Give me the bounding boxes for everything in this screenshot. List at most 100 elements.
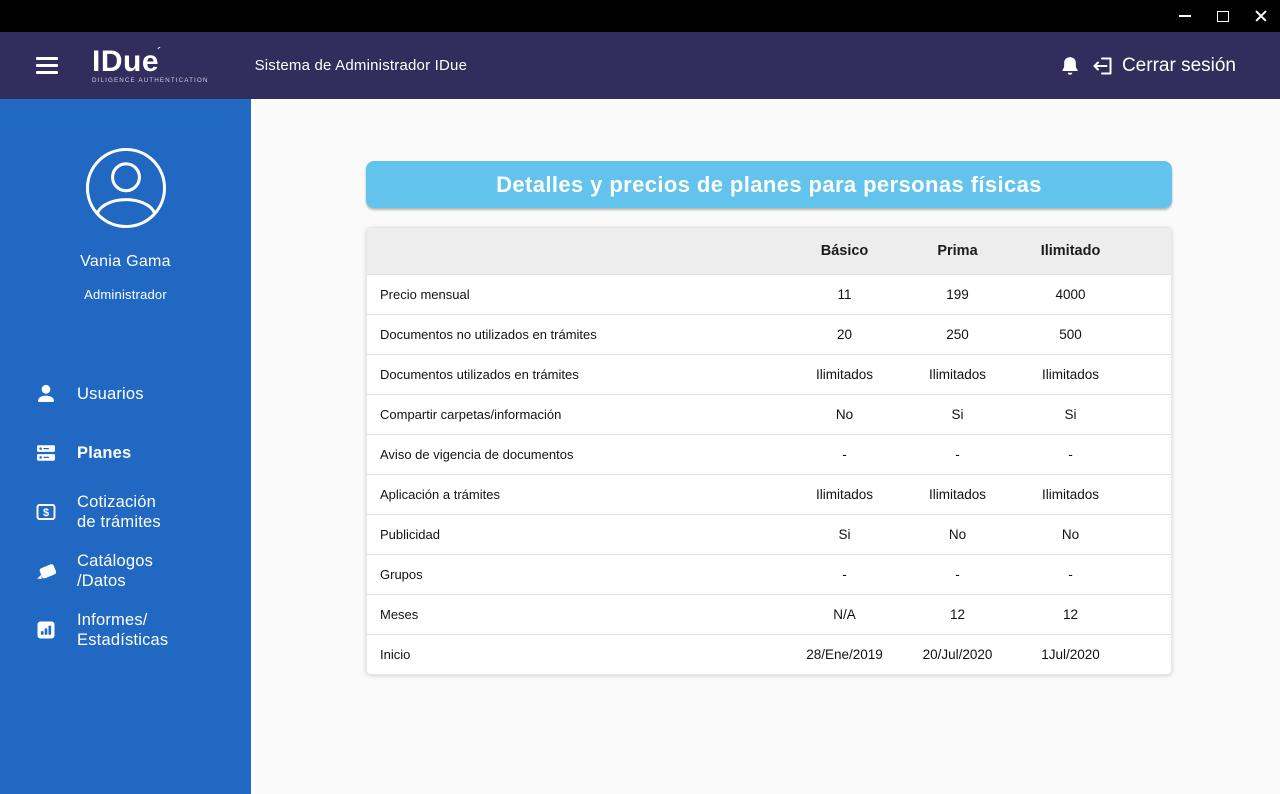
sidebar-item-catalogos[interactable]: Catálogos /Datos	[0, 551, 251, 591]
cell-prima: -	[901, 434, 1014, 474]
cell-ilimitado: Ilimitados	[1014, 354, 1127, 394]
table-row: Aviso de vigencia de documentos - - -	[367, 434, 1171, 474]
minimize-button[interactable]	[1166, 0, 1204, 32]
svg-text:$: $	[43, 507, 49, 519]
table-row: Publicidad Si No No	[367, 514, 1171, 554]
sidebar-menu: Usuarios Planes $ Cotización de trámites…	[0, 374, 251, 650]
cell-basico: No	[788, 394, 901, 434]
cell-prima: 12	[901, 594, 1014, 634]
row-label: Precio mensual	[367, 274, 788, 314]
close-button[interactable]	[1242, 0, 1280, 32]
cell-prima: Ilimitados	[901, 354, 1014, 394]
cell-prima: No	[901, 514, 1014, 554]
cell-ilimitado: 500	[1014, 314, 1127, 354]
main-content: Detalles y precios de planes para person…	[255, 99, 1280, 794]
cell-prima: Si	[901, 394, 1014, 434]
close-icon	[1254, 9, 1268, 23]
cell-basico: 28/Ene/2019	[788, 634, 901, 674]
table-row: Grupos - - -	[367, 554, 1171, 594]
cell-basico: -	[788, 434, 901, 474]
sidebar-item-usuarios[interactable]: Usuarios	[0, 374, 251, 414]
sidebar-item-label: Informes/ Estadísticas	[77, 611, 169, 649]
cell-ilimitado: -	[1014, 554, 1127, 594]
row-label: Inicio	[367, 634, 788, 674]
header-actions: Cerrar sesión	[1059, 54, 1236, 78]
cell-prima: -	[901, 554, 1014, 594]
sidebar-item-cotizacion[interactable]: $ Cotización de trámites	[0, 492, 251, 532]
logout-label: Cerrar sesión	[1121, 54, 1236, 76]
app-title: Sistema de Administrador IDue	[254, 57, 468, 74]
column-header-empty	[367, 228, 788, 274]
page-title-banner: Detalles y precios de planes para person…	[366, 161, 1172, 208]
cell-ilimitado: Ilimitados	[1014, 474, 1127, 514]
maximize-button[interactable]	[1204, 0, 1242, 32]
maximize-icon	[1217, 10, 1229, 22]
minimize-icon	[1179, 15, 1191, 17]
cell-ilimitado: Si	[1014, 394, 1127, 434]
cell-ilimitado: 1Jul/2020	[1014, 634, 1127, 674]
plans-icon	[34, 441, 58, 465]
column-header-basico: Básico	[788, 228, 901, 274]
bell-icon	[1062, 56, 1078, 75]
row-label: Aplicación a trámites	[367, 474, 788, 514]
table-row: Documentos utilizados en trámites Ilimit…	[367, 354, 1171, 394]
cell-ilimitado: 12	[1014, 594, 1127, 634]
table-row: Compartir carpetas/información No Si Si	[367, 394, 1171, 434]
user-name: Vania Gama	[80, 253, 171, 270]
quote-icon: $	[34, 500, 58, 524]
sidebar-item-planes[interactable]: Planes	[0, 433, 251, 473]
brand-logo: IDue´ DILIGENCE AUTHENTICATION	[92, 43, 209, 84]
sidebar-item-label: Usuarios	[77, 385, 144, 403]
reports-icon	[34, 618, 58, 642]
table-row: Precio mensual 11 199 4000	[367, 274, 1171, 314]
row-label: Publicidad	[367, 514, 788, 554]
logout-icon	[1093, 57, 1112, 74]
app-shell: Vania Gama Administrador Usuarios Planes…	[0, 99, 1280, 794]
sidebar-item-label: Cotización de trámites	[77, 493, 161, 531]
catalogs-icon	[34, 559, 58, 583]
plans-table: Básico Prima Ilimitado Precio mensual 11…	[367, 228, 1171, 674]
row-label: Grupos	[367, 554, 788, 594]
sidebar-item-label: Planes	[77, 444, 132, 462]
table-row: Meses N/A 12 12	[367, 594, 1171, 634]
notifications-button[interactable]	[1059, 55, 1081, 77]
cell-prima: 250	[901, 314, 1014, 354]
cell-basico: Ilimitados	[788, 474, 901, 514]
logout-button[interactable]: Cerrar sesión	[1091, 54, 1236, 78]
column-header-prima: Prima	[901, 228, 1014, 274]
app-header: IDue´ DILIGENCE AUTHENTICATION Sistema d…	[0, 32, 1280, 99]
user-profile: Vania Gama Administrador	[0, 145, 251, 302]
user-role: Administrador	[84, 287, 167, 302]
table-row: Inicio 28/Ene/2019 20/Jul/2020 1Jul/2020	[367, 634, 1171, 674]
row-label: Documentos no utilizados en trámites	[367, 314, 788, 354]
cell-basico: Si	[788, 514, 901, 554]
table-header-row: Básico Prima Ilimitado	[367, 228, 1171, 274]
column-header-ilimitado: Ilimitado	[1014, 228, 1127, 274]
brand-tagline: DILIGENCE AUTHENTICATION	[92, 76, 209, 84]
table-row: Documentos no utilizados en trámites 20 …	[367, 314, 1171, 354]
sidebar-item-label: Catálogos /Datos	[77, 552, 154, 590]
cell-ilimitado: No	[1014, 514, 1127, 554]
column-header-spacer	[1127, 228, 1171, 274]
cell-prima: Ilimitados	[901, 474, 1014, 514]
brand-name: IDue	[92, 44, 160, 78]
plans-table-card: Básico Prima Ilimitado Precio mensual 11…	[366, 227, 1172, 675]
page-title: Detalles y precios de planes para person…	[496, 171, 1042, 197]
row-label: Documentos utilizados en trámites	[367, 354, 788, 394]
window-titlebar	[0, 0, 1280, 32]
brand-mark: ´	[157, 43, 162, 60]
menu-icon	[36, 57, 58, 60]
cell-prima: 20/Jul/2020	[901, 634, 1014, 674]
cell-basico: -	[788, 554, 901, 594]
hamburger-menu-button[interactable]	[32, 53, 62, 78]
sidebar-item-informes[interactable]: Informes/ Estadísticas	[0, 610, 251, 650]
cell-basico: Ilimitados	[788, 354, 901, 394]
users-icon	[34, 382, 58, 406]
cell-prima: 199	[901, 274, 1014, 314]
table-row: Aplicación a trámites Ilimitados Ilimita…	[367, 474, 1171, 514]
cell-basico: 11	[788, 274, 901, 314]
row-label: Compartir carpetas/información	[367, 394, 788, 434]
cell-basico: 20	[788, 314, 901, 354]
cell-basico: N/A	[788, 594, 901, 634]
row-label: Meses	[367, 594, 788, 634]
